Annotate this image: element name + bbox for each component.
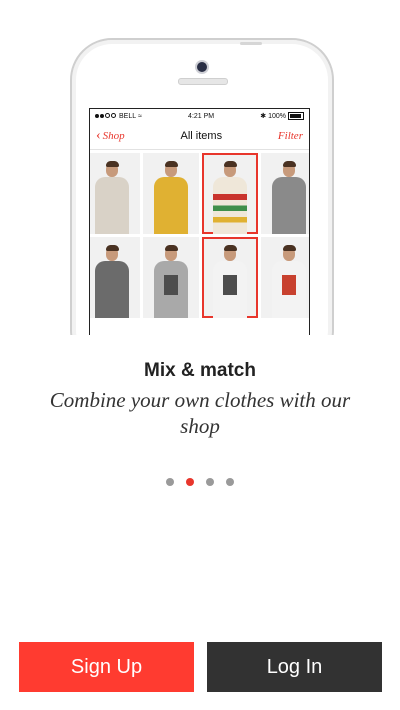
filter-button[interactable]: Filter — [278, 130, 303, 142]
battery-icon — [287, 112, 304, 120]
phone-side-button — [240, 42, 262, 45]
product-tile[interactable] — [143, 237, 199, 318]
product-tile[interactable] — [143, 153, 199, 234]
back-button[interactable]: ‹ Shop — [96, 129, 125, 143]
model-hair — [105, 245, 119, 251]
product-tile[interactable] — [202, 153, 258, 234]
product-grid — [90, 150, 309, 318]
status-time: 4:21 PM — [188, 112, 215, 120]
product-shirt — [213, 177, 247, 234]
onboarding-subtitle: Combine your own clothes with our shop — [49, 388, 351, 438]
chevron-left-icon: ‹ — [96, 128, 101, 143]
page-dot[interactable] — [226, 478, 234, 486]
phone-speaker — [178, 78, 228, 85]
phone-camera — [195, 60, 209, 74]
product-shirt — [95, 177, 129, 234]
shirt-print — [282, 275, 296, 295]
model-hair — [164, 161, 178, 167]
model-hair — [223, 161, 237, 167]
page-dot[interactable] — [186, 478, 194, 486]
product-shirt — [272, 177, 306, 234]
phone-screen: BELL ≈ 4:21 PM ✱ 100% ‹ Shop All items F… — [89, 108, 310, 335]
log-in-button[interactable]: Log In — [207, 642, 382, 692]
page-indicator — [0, 478, 400, 486]
phone-mockup: BELL ≈ 4:21 PM ✱ 100% ‹ Shop All items F… — [0, 0, 400, 335]
onboarding-title: Mix & match — [144, 360, 256, 381]
product-shirt — [154, 177, 188, 234]
product-tile[interactable] — [261, 153, 309, 234]
page-dot[interactable] — [166, 478, 174, 486]
shirt-print — [223, 275, 237, 295]
back-label: Shop — [102, 130, 125, 142]
product-tile[interactable] — [261, 237, 309, 318]
battery-percent: 100% — [268, 112, 286, 120]
product-shirt — [95, 261, 129, 318]
bluetooth-icon: ✱ — [260, 113, 267, 120]
page-dot[interactable] — [206, 478, 214, 486]
wifi-icon: ≈ — [138, 112, 142, 120]
model-hair — [223, 245, 237, 251]
model-hair — [282, 245, 296, 251]
product-tile[interactable] — [202, 237, 258, 318]
model-hair — [164, 245, 178, 251]
carrier-label: BELL — [119, 112, 137, 120]
nav-bar: ‹ Shop All items Filter — [90, 123, 309, 150]
shirt-print — [164, 275, 178, 295]
product-tile[interactable] — [90, 153, 140, 234]
model-hair — [282, 161, 296, 167]
model-hair — [105, 161, 119, 167]
product-tile[interactable] — [90, 237, 140, 318]
sign-up-button[interactable]: Sign Up — [19, 642, 194, 692]
status-bar: BELL ≈ 4:21 PM ✱ 100% — [90, 109, 309, 123]
signal-icon — [95, 112, 117, 120]
nav-title: All items — [180, 130, 223, 142]
